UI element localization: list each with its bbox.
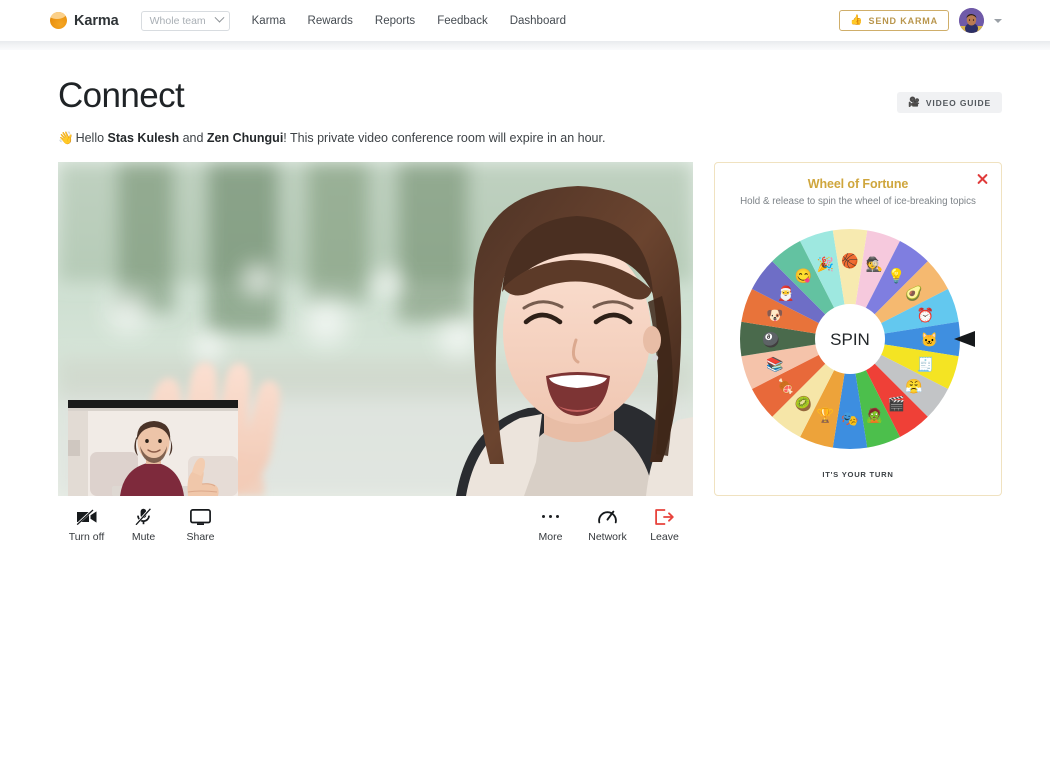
ellipsis-icon xyxy=(542,508,560,525)
greeting-middle: and xyxy=(179,131,207,145)
header-shadow xyxy=(0,41,1050,50)
camera-off-icon xyxy=(76,508,98,525)
wheel-segment-emoji: 🏀 xyxy=(841,251,859,269)
leave-call-button[interactable]: Leave xyxy=(636,508,693,543)
video-column: Turn off Mute xyxy=(58,162,693,550)
wheel-segment-emoji: 🎭 xyxy=(841,410,858,426)
wheel-segment-emoji: 🎉 xyxy=(817,256,834,273)
wheel-title: Wheel of Fortune xyxy=(715,177,1001,191)
page-content: Connect 🎥 VIDEO GUIDE 👋Hello Stas Kulesh… xyxy=(0,50,1050,550)
wheel-segment-emoji: 🥝 xyxy=(795,394,813,412)
more-label: More xyxy=(539,531,563,543)
waving-hand-icon: 👋 xyxy=(58,131,74,145)
self-view-image xyxy=(68,400,238,496)
main-nav: Karma Rewards Reports Feedback Dashboard xyxy=(252,15,566,27)
video-guide-button[interactable]: 🎥 VIDEO GUIDE xyxy=(897,92,1002,113)
nav-item-karma[interactable]: Karma xyxy=(252,15,286,27)
top-navigation-bar: Karma Whole team Karma Rewards Reports F… xyxy=(0,0,1050,41)
video-controls-bar: Turn off Mute xyxy=(58,496,693,550)
wheel-segment-emoji: 🕵️ xyxy=(866,256,884,273)
avatar[interactable] xyxy=(959,8,984,33)
brand-logo[interactable]: Karma xyxy=(50,12,119,29)
turn-off-camera-button[interactable]: Turn off xyxy=(58,508,115,543)
more-options-button[interactable]: More xyxy=(522,508,579,543)
wheel-segment-emoji: 🥑 xyxy=(905,283,923,301)
team-selector[interactable]: Whole team xyxy=(141,11,230,31)
screen-share-icon xyxy=(190,508,211,525)
send-karma-button[interactable]: 👍 SEND KARMA xyxy=(839,10,949,31)
controls-right-group: More Network xyxy=(522,508,693,543)
wheel-segment-emoji: ⏰ xyxy=(917,306,934,324)
greeting-message: 👋Hello Stas Kulesh and Zen Chungui! This… xyxy=(58,130,1002,148)
share-label: Share xyxy=(186,531,214,543)
exit-icon xyxy=(655,508,674,525)
wheel-segment-emoji: 🎅 xyxy=(777,284,794,301)
greeting-name-1: Stas Kulesh xyxy=(108,131,180,145)
wheel-segment-emoji: 🍖 xyxy=(777,377,794,395)
controls-left-group: Turn off Mute xyxy=(58,508,229,543)
self-view-thumbnail[interactable] xyxy=(68,400,238,496)
nav-item-rewards[interactable]: Rewards xyxy=(308,15,353,27)
share-screen-button[interactable]: Share xyxy=(172,508,229,543)
turn-off-label: Turn off xyxy=(69,531,105,543)
video-guide-label: VIDEO GUIDE xyxy=(926,98,991,108)
nav-item-reports[interactable]: Reports xyxy=(375,15,415,27)
greeting-name-2: Zen Chungui xyxy=(207,131,283,145)
fortune-wheel[interactable]: 🕵️💡🥑 ⏰ 🐱 🧾 😤🎬 🧟 🎭 🏆🥝🍖 📚 🎱 🐶 🎅😋 🎉 🏀 SPIN xyxy=(732,213,984,465)
video-camera-icon: 🎥 xyxy=(908,98,920,108)
close-icon[interactable] xyxy=(975,172,990,187)
wheel-segment-emoji: 😋 xyxy=(795,267,812,283)
send-karma-label: SEND KARMA xyxy=(868,16,938,26)
main-video-feed[interactable] xyxy=(58,162,693,496)
wheel-segment-emoji: 📚 xyxy=(766,355,783,372)
page-header-row: Connect 🎥 VIDEO GUIDE xyxy=(58,50,1002,113)
mute-label: Mute xyxy=(132,531,155,543)
nav-item-feedback[interactable]: Feedback xyxy=(437,15,488,27)
wheel-hub-label: SPIN xyxy=(830,330,870,349)
network-label: Network xyxy=(588,531,627,543)
team-selector-value: Whole team xyxy=(150,15,206,27)
network-status-button[interactable]: Network xyxy=(579,508,636,543)
chevron-down-icon xyxy=(214,13,224,23)
nav-item-dashboard[interactable]: Dashboard xyxy=(510,15,566,27)
wheel-segment-emoji: 🎱 xyxy=(762,330,780,348)
fortune-wheel-graphic[interactable]: 🕵️💡🥑 ⏰ 🐱 🧾 😤🎬 🧟 🎭 🏆🥝🍖 📚 🎱 🐶 🎅😋 🎉 🏀 SPIN xyxy=(732,213,984,465)
greeting-before: Hello xyxy=(76,131,108,145)
wheel-segment-emoji: 💡 xyxy=(888,267,905,284)
thumbs-up-icon: 👍 xyxy=(850,16,862,26)
caret-down-icon[interactable] xyxy=(994,19,1002,23)
wheel-segment-emoji: 🎬 xyxy=(888,395,905,412)
wheel-subtitle: Hold & release to spin the wheel of ice-… xyxy=(715,196,1001,207)
wheel-segment-emoji: 🧾 xyxy=(917,355,934,372)
wheel-segment-emoji: 🐱 xyxy=(920,331,937,347)
wheel-turn-status: IT'S YOUR TURN xyxy=(715,470,1001,479)
conference-stage: Turn off Mute xyxy=(58,162,1002,550)
top-bar-right-group: 👍 SEND KARMA xyxy=(839,8,1002,33)
leave-label: Leave xyxy=(650,531,679,543)
wheel-segment-emoji: 🏆 xyxy=(817,406,835,423)
avatar-image xyxy=(959,8,984,33)
wheel-segment-emoji: 😤 xyxy=(905,378,923,394)
mute-button[interactable]: Mute xyxy=(115,508,172,543)
page-title: Connect xyxy=(58,78,184,113)
karma-logo-icon xyxy=(50,12,67,29)
gauge-icon xyxy=(598,508,617,525)
mic-off-icon xyxy=(135,508,152,525)
brand-name: Karma xyxy=(74,13,119,29)
wheel-segment-emoji: 🧟 xyxy=(866,406,883,423)
wheel-of-fortune-panel: Wheel of Fortune Hold & release to spin … xyxy=(714,162,1002,496)
wheel-segment-emoji: 🐶 xyxy=(766,307,783,323)
greeting-after: ! This private video conference room wil… xyxy=(283,131,605,145)
